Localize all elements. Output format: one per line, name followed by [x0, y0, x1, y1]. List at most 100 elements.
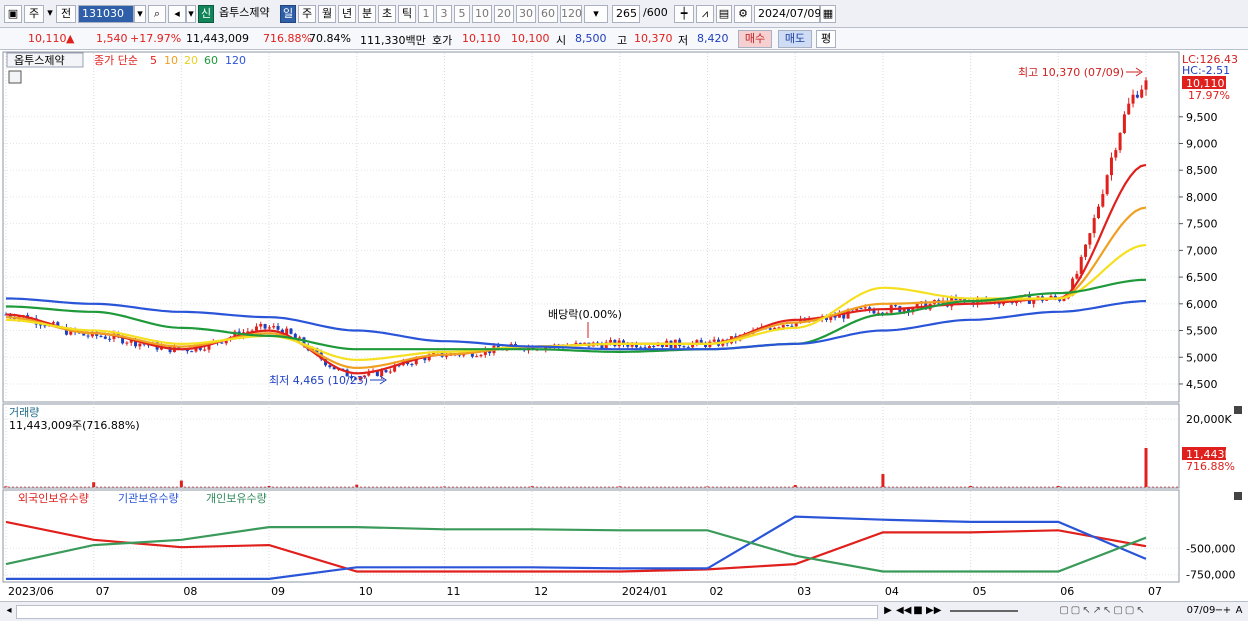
fast-forward-icon[interactable]: ▶▶: [926, 604, 941, 618]
candle-body: [259, 324, 263, 327]
count-input[interactable]: 265: [612, 5, 640, 23]
y-tick-label: -500,000: [1186, 542, 1235, 555]
stock-code-input[interactable]: 131030: [78, 5, 134, 23]
quote-bar: 10,110 ▲ 1,540 +17.97% 11,443,009 716.88…: [0, 28, 1248, 50]
flat-button[interactable]: 평: [816, 30, 836, 48]
market-type-select[interactable]: 주: [24, 5, 44, 23]
volume-bar: [442, 486, 446, 487]
period-year[interactable]: 년: [338, 5, 356, 23]
speaker-icon[interactable]: ◂: [168, 5, 186, 23]
candle-body: [768, 328, 772, 330]
rewind-icon[interactable]: ◀◀: [896, 604, 911, 618]
candle-type-icon[interactable]: ┿: [674, 5, 694, 23]
min-10[interactable]: 10: [472, 5, 492, 23]
period-tick[interactable]: 틱: [398, 5, 416, 23]
price-change-pct: +17.97%: [130, 32, 182, 45]
min-30[interactable]: 30: [516, 5, 536, 23]
volume-bar: [267, 485, 271, 487]
legend-ma120: 120: [225, 54, 246, 67]
y-tick-label: 8,500: [1186, 164, 1218, 177]
bid-label: 호가: [432, 34, 453, 47]
volume-bar: [4, 486, 8, 487]
candle-body: [52, 322, 55, 324]
candle-body: [1075, 273, 1079, 279]
period-month[interactable]: 월: [318, 5, 336, 23]
candle-body: [578, 342, 582, 344]
y-tick-label: 7,500: [1186, 218, 1218, 231]
x-tick-label: 2024/01: [622, 585, 668, 598]
legend-foreign: 외국인보유수량: [18, 492, 89, 505]
dividend-annotation: 배당락(0.00%): [548, 308, 622, 321]
chevron-down-icon[interactable]: ▾: [46, 5, 54, 23]
legend-ma10: 10: [164, 54, 178, 67]
candle-body: [388, 371, 392, 373]
candle-body: [583, 342, 587, 344]
volume-bar: [1144, 447, 1148, 487]
candle-body: [220, 342, 224, 344]
gear-icon[interactable]: ⚙: [734, 5, 752, 23]
layout-icon[interactable]: ▣: [4, 5, 22, 23]
period-minute[interactable]: 분: [358, 5, 376, 23]
scroll-bar[interactable]: ◂ ▶ ◀◀ ■ ▶▶ ▢▢↖↗↖▢▢↖ 07/09 − + A: [0, 601, 1248, 621]
candle-body: [86, 335, 90, 337]
stock-chart[interactable]: 4,500 5,000 5,500 6,000 6,500 7,000 7,500 8,000…: [0, 50, 1248, 601]
prev-button[interactable]: 전: [56, 5, 76, 23]
x-tick-label: 11: [446, 585, 460, 598]
period-second[interactable]: 초: [378, 5, 396, 23]
min-5[interactable]: 5: [454, 5, 470, 23]
stock-name: 옵투스제약: [219, 6, 270, 19]
play-icon[interactable]: ▶: [882, 604, 894, 618]
min-120[interactable]: 120: [560, 5, 582, 23]
stop-icon[interactable]: ■: [912, 604, 924, 618]
new-badge: 신: [198, 5, 214, 23]
candle-body: [609, 340, 613, 343]
date-input[interactable]: 2024/07/09: [754, 5, 821, 23]
candle-body: [1088, 233, 1092, 245]
sell-button[interactable]: 매도: [778, 30, 812, 48]
volume-panel: [2, 403, 1180, 489]
candle-body: [1118, 132, 1122, 151]
auto-scale-icon[interactable]: A: [1234, 604, 1244, 618]
candle-body: [272, 326, 276, 328]
period-week[interactable]: 주: [298, 5, 316, 23]
interval-select[interactable]: ▾: [584, 5, 608, 23]
scroll-left-icon[interactable]: ◂: [4, 604, 14, 618]
min-60[interactable]: 60: [538, 5, 558, 23]
calculator-icon[interactable]: [8, 70, 22, 84]
close-icon[interactable]: [1234, 492, 1242, 500]
x-tick-label: 2023/06: [8, 585, 54, 598]
search-icon[interactable]: ⌕: [148, 5, 166, 23]
volume: 11,443,009: [186, 32, 249, 45]
volume-title: 거래량: [9, 406, 39, 419]
min-20[interactable]: 20: [494, 5, 514, 23]
candle-body: [781, 325, 785, 328]
candle-body: [652, 346, 656, 348]
scroll-track[interactable]: [16, 605, 878, 619]
min-1[interactable]: 1: [418, 5, 434, 23]
buy-button[interactable]: 매수: [738, 30, 772, 48]
period-day[interactable]: 일: [280, 5, 296, 23]
legend-price-ma: 종가 단순: [94, 54, 138, 67]
candle-body: [125, 342, 129, 344]
zoom-slider[interactable]: [950, 610, 1018, 612]
code-dropdown-icon[interactable]: ▾: [134, 5, 146, 23]
save-icon[interactable]: ▤: [716, 5, 732, 23]
chevron-down-icon[interactable]: ▾: [186, 5, 196, 23]
calendar-icon[interactable]: ▦: [820, 5, 836, 23]
candle-body: [1122, 114, 1126, 133]
close-icon[interactable]: [1234, 406, 1242, 414]
candle-body: [263, 324, 267, 329]
open-price: 8,500: [575, 32, 607, 45]
candle-body: [289, 328, 293, 334]
x-tick-label: 02: [710, 585, 724, 598]
x-axis-labels: 2023/06 07 08 09 10 11 12 2024/01 02 03 04 05 06 07: [8, 585, 1162, 598]
tool-icons[interactable]: ▢▢↖↗↖▢▢↖: [1028, 604, 1178, 618]
turnover: 70.84%: [309, 32, 351, 45]
y-tick-label: 9,000: [1186, 138, 1218, 151]
zoom-in-icon[interactable]: +: [1222, 604, 1232, 618]
candle-body: [682, 346, 686, 348]
candle-body: [1084, 244, 1088, 257]
candle-body: [103, 336, 107, 339]
min-3[interactable]: 3: [436, 5, 452, 23]
chart-style-icon[interactable]: ⩘: [696, 5, 714, 23]
